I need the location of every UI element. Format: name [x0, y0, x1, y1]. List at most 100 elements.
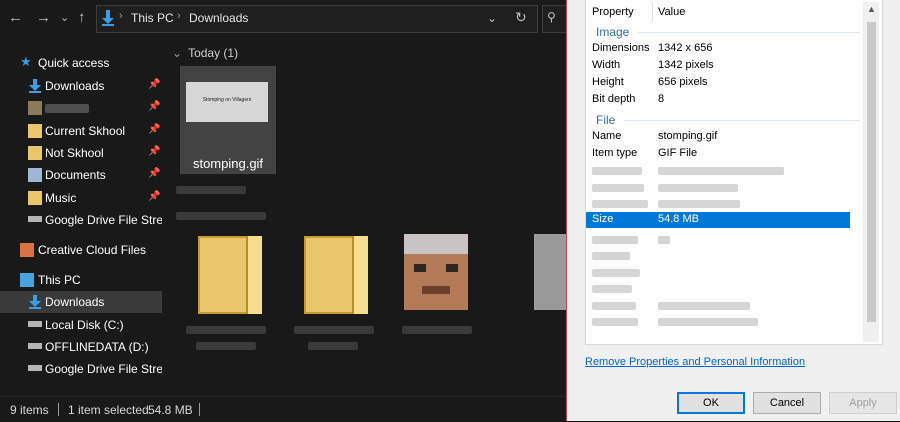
column-header-value[interactable]: Value — [658, 6, 685, 18]
download-arrow-icon — [102, 10, 114, 26]
column-header-property[interactable]: Property — [592, 6, 634, 18]
blurred-label — [176, 212, 266, 220]
sidebar-item-label: Quick access — [38, 56, 110, 70]
navigation-pane: ★ Quick access Downloads 📌 📌 Current Skh… — [0, 36, 180, 396]
sidebar-item-label: Downloads — [45, 295, 105, 309]
property-row-selected[interactable]: Size 54.8 MB — [586, 212, 850, 228]
scrollbar-thumb[interactable] — [867, 22, 876, 322]
sidebar-item-downloads[interactable]: Downloads — [0, 291, 162, 313]
sidebar-item-blurred-folder[interactable]: 📌 — [0, 97, 162, 119]
blurred-value — [658, 302, 750, 310]
blurred-property — [592, 184, 644, 192]
blurred-value — [658, 236, 670, 244]
folder-icon — [246, 236, 262, 314]
blurred-value — [658, 167, 784, 175]
sidebar-item-google-drive[interactable]: Google Drive File Stream — [0, 358, 180, 380]
sidebar-item-not-skhool[interactable]: Not Skhool 📌 — [0, 142, 162, 164]
ok-button[interactable]: OK — [677, 392, 745, 414]
sidebar-item-label: This PC — [38, 273, 81, 287]
property-row[interactable]: Item type GIF File — [586, 146, 850, 162]
creative-cloud-folder-icon — [20, 243, 34, 257]
property-value: stomping.gif — [658, 130, 718, 142]
breadcrumb-this-pc[interactable]: This PC — [131, 11, 174, 25]
pin-icon: 📌 — [148, 124, 161, 135]
section-divider — [624, 120, 860, 121]
property-value: GIF File — [658, 147, 698, 159]
property-value: 8 — [658, 93, 665, 105]
star-icon: ★ — [20, 54, 32, 69]
back-arrow-icon[interactable]: ← — [8, 8, 23, 28]
folder-icon — [28, 101, 42, 115]
property-row[interactable]: Name stomping.gif — [586, 129, 850, 145]
pin-icon: 📌 — [148, 191, 161, 202]
property-list[interactable]: Property Value Image Dimensions 1342 x 6… — [585, 0, 883, 345]
property-row[interactable]: Bit depth 8 — [586, 92, 850, 108]
group-heading[interactable]: ⌄ Today (1) — [172, 46, 238, 60]
sidebar-item-local-disk[interactable]: Local Disk (C:) — [0, 314, 162, 336]
download-arrow-icon — [29, 295, 41, 309]
section-divider — [638, 32, 860, 33]
recent-locations-chevron-icon[interactable]: ⌄ — [60, 8, 69, 28]
address-bar[interactable]: › This PC › Downloads ⌄ ↻ — [96, 5, 538, 33]
status-divider — [58, 403, 59, 416]
property-list-scrollbar[interactable]: ▲ — [863, 2, 879, 342]
sidebar-item-creative-cloud[interactable]: Creative Cloud Files — [0, 239, 162, 261]
breadcrumb-separator-icon: › — [177, 10, 181, 22]
property-name: Dimensions — [592, 42, 650, 54]
property-row[interactable]: Dimensions 1342 x 656 — [586, 41, 850, 57]
documents-icon — [28, 168, 42, 182]
blurred-property — [592, 318, 638, 326]
image-item-thumbnail[interactable] — [404, 234, 468, 310]
group-heading-label: Today (1) — [188, 46, 239, 60]
selection-count: 1 item selected — [68, 403, 149, 417]
selected-file-tile[interactable]: Stomping on Villagers stomping.gif — [180, 66, 276, 174]
remove-properties-link[interactable]: Remove Properties and Personal Informati… — [585, 356, 805, 368]
thumbnail-eye — [446, 264, 458, 272]
drive-icon — [28, 365, 42, 371]
sidebar-item-label: Local Disk (C:) — [45, 318, 124, 332]
sidebar-item-this-pc[interactable]: This PC — [0, 269, 162, 291]
apply-button[interactable]: Apply — [829, 392, 897, 414]
sidebar-item-label: Google Drive File Stre — [45, 213, 164, 227]
sidebar-item-documents[interactable]: Documents 📌 — [0, 164, 162, 186]
sidebar-item-google-drive-quick[interactable]: Google Drive File Stre — [0, 209, 164, 231]
sidebar-item-quick-access[interactable]: ★ Quick access — [0, 52, 162, 74]
column-divider — [652, 2, 653, 22]
section-image: Image — [596, 25, 630, 39]
property-name: Name — [592, 130, 622, 142]
property-row[interactable]: Width 1342 pixels — [586, 58, 850, 74]
search-icon: ⚲ — [547, 10, 556, 24]
refresh-icon[interactable]: ↻ — [515, 9, 527, 26]
pin-icon: 📌 — [148, 168, 161, 179]
scroll-up-arrow-icon[interactable]: ▲ — [867, 4, 876, 14]
property-name: Height — [592, 76, 624, 88]
blurred-label — [176, 186, 246, 194]
pin-icon: 📌 — [148, 79, 161, 90]
address-dropdown-icon[interactable]: ⌄ — [487, 11, 497, 25]
folder-item-thumbnail[interactable] — [198, 236, 262, 314]
sidebar-item-label: Current Skhool — [45, 124, 126, 138]
property-name: Size — [592, 213, 614, 225]
blurred-label — [196, 342, 256, 350]
sidebar-item-offlinedata[interactable]: OFFLINEDATA (D:) — [0, 336, 162, 358]
image-item-thumbnail[interactable] — [534, 234, 566, 310]
property-value: 54.8 MB — [658, 213, 699, 225]
forward-arrow-icon[interactable]: → — [36, 8, 51, 28]
sidebar-item-current-skhool[interactable]: Current Skhool 📌 — [0, 120, 162, 142]
sidebar-item-label: Not Skhool — [45, 146, 104, 160]
drive-icon — [28, 343, 42, 349]
drive-icon — [28, 321, 42, 327]
blurred-label — [294, 326, 374, 334]
selection-size: 54.8 MB — [148, 403, 193, 417]
breadcrumb-downloads[interactable]: Downloads — [189, 11, 248, 25]
property-row[interactable]: Height 656 pixels — [586, 75, 850, 91]
folder-item-thumbnail[interactable] — [304, 236, 368, 314]
blurred-label — [402, 326, 472, 334]
cancel-button[interactable]: Cancel — [753, 392, 821, 414]
sidebar-item-label: Creative Cloud Files — [38, 243, 147, 257]
sidebar-item-label: Google Drive File Stream — [45, 362, 180, 376]
blurred-property — [592, 200, 648, 208]
up-arrow-icon[interactable]: ↑ — [78, 8, 86, 28]
sidebar-item-music[interactable]: Music 📌 — [0, 187, 162, 209]
sidebar-item-downloads-pinned[interactable]: Downloads 📌 — [0, 75, 162, 97]
